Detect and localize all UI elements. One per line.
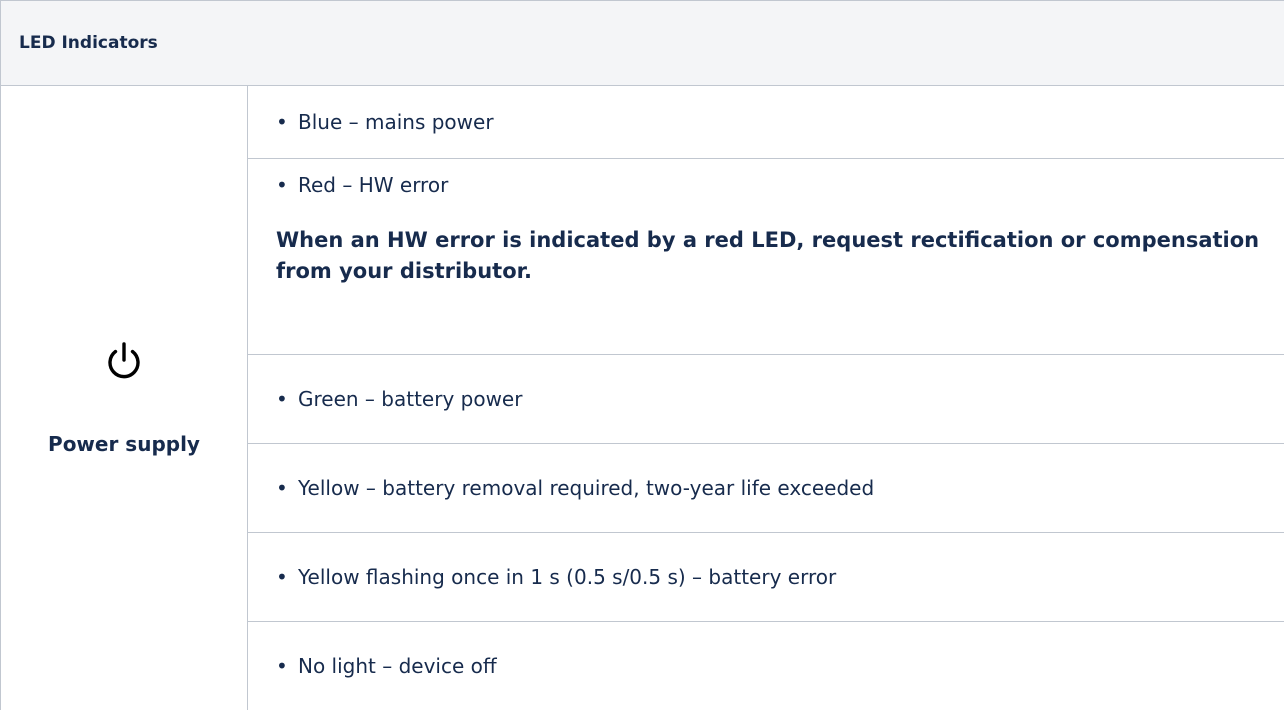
list-item: •Blue – mains power: [248, 86, 1284, 159]
hw-error-note: When an HW error is indicated by a red L…: [276, 225, 1284, 287]
power-supply-label: Power supply: [1, 432, 247, 456]
bullet: •: [276, 387, 298, 411]
led-indicators-table: LED Indicators Power supply •Blue – main…: [0, 0, 1284, 710]
item-text: Yellow flashing once in 1 s (0.5 s/0.5 s…: [298, 565, 836, 589]
bullet: •: [276, 173, 298, 197]
power-icon: [104, 340, 144, 382]
list-item: •Green – battery power: [248, 355, 1284, 444]
item-text: Green – battery power: [298, 387, 522, 411]
item-text: Red – HW error: [298, 173, 448, 197]
list-item: •No light – device off: [248, 622, 1284, 710]
bullet: •: [276, 110, 298, 134]
list-item: •Yellow flashing once in 1 s (0.5 s/0.5 …: [248, 533, 1284, 622]
bullet: •: [276, 565, 298, 589]
bullet: •: [276, 476, 298, 500]
item-text: No light – device off: [298, 654, 497, 678]
item-text: Blue – mains power: [298, 110, 494, 134]
table-header: LED Indicators: [1, 1, 1284, 86]
list-item: •Yellow – battery removal required, two-…: [248, 444, 1284, 533]
item-text: Yellow – battery removal required, two-y…: [298, 476, 874, 500]
power-supply-label-cell: Power supply: [1, 86, 248, 710]
list-item: •Red – HW error When an HW error is indi…: [248, 159, 1284, 355]
bullet: •: [276, 654, 298, 678]
